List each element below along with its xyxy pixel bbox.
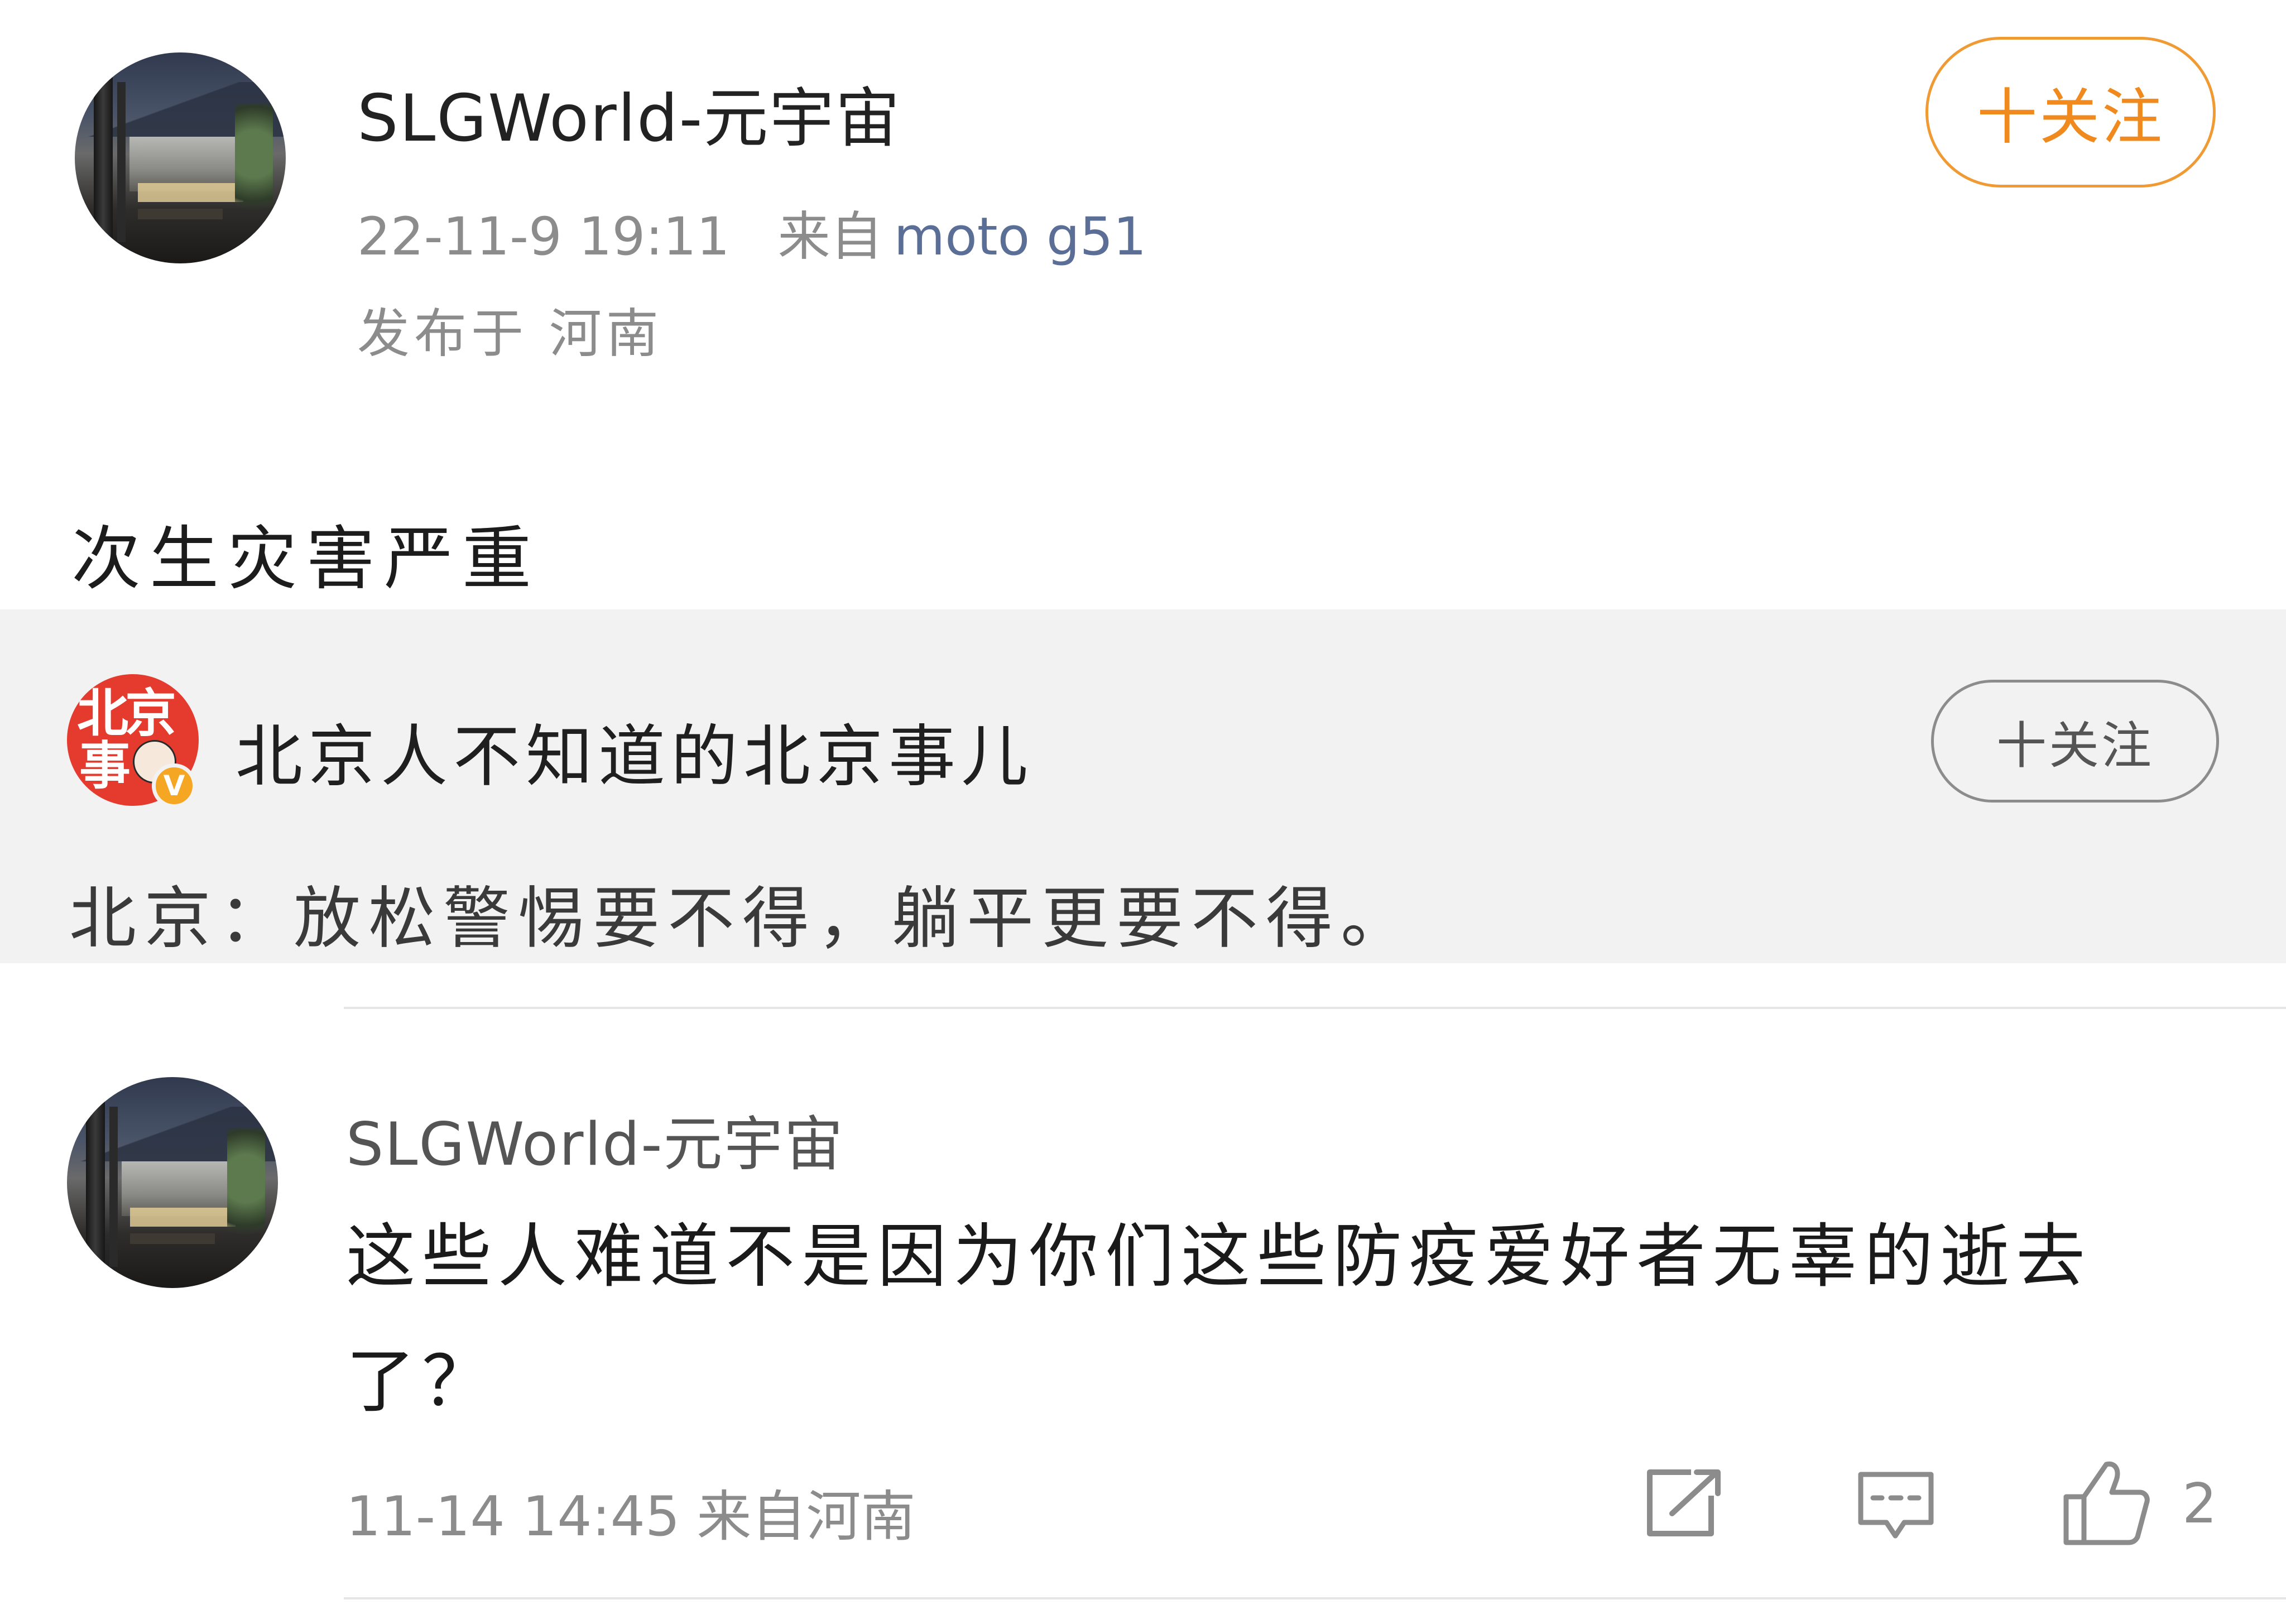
comment-meta: 11-14 14:45 来自河南 bbox=[346, 1472, 915, 1551]
commenter-name[interactable]: SLGWorld-元宇宙 bbox=[346, 1096, 844, 1182]
post-timestamp: 22-11-9 19:11 bbox=[357, 206, 730, 267]
divider bbox=[344, 1597, 2286, 1599]
like-icon[interactable] bbox=[2062, 1458, 2152, 1547]
divider bbox=[344, 1007, 2286, 1009]
follow-button[interactable]: 十关注 bbox=[1925, 37, 2216, 188]
source-prefix: 来自 bbox=[777, 206, 883, 267]
avatar-logo-text-2: 事 bbox=[79, 736, 131, 796]
quoted-follow-button[interactable]: 十关注 bbox=[1931, 680, 2219, 803]
verified-badge-icon: V bbox=[152, 763, 196, 808]
author-name[interactable]: SLGWorld-元宇宙 bbox=[357, 66, 901, 160]
source-device-link[interactable]: moto g51 bbox=[894, 206, 1147, 267]
like-count: 2 bbox=[2182, 1472, 2217, 1536]
comment-timestamp: 11-14 14:45 bbox=[346, 1485, 680, 1549]
author-avatar[interactable] bbox=[75, 52, 286, 263]
share-icon[interactable] bbox=[1644, 1468, 1723, 1539]
post-location: 发布于 河南 bbox=[357, 304, 663, 364]
comment-source: 来自河南 bbox=[697, 1485, 916, 1549]
quoted-author-name[interactable]: 北京人不知道的北京事儿 bbox=[236, 702, 1034, 799]
quoted-post-text: 北京：放松警惕要不得，躺平更要不得。 bbox=[69, 880, 1415, 958]
post-meta: 22-11-9 19:11 来自 moto g51 bbox=[357, 194, 1146, 270]
comment-icon[interactable] bbox=[1856, 1470, 1936, 1544]
comment-text: 这些人难道不是因为你们这些防疫爱好者无辜的逝去了？ bbox=[346, 1217, 2092, 1422]
post-text: 次生灾害严重 bbox=[71, 519, 541, 599]
commenter-avatar[interactable] bbox=[67, 1077, 278, 1288]
avatar-logo-text: 北京 bbox=[77, 683, 176, 743]
